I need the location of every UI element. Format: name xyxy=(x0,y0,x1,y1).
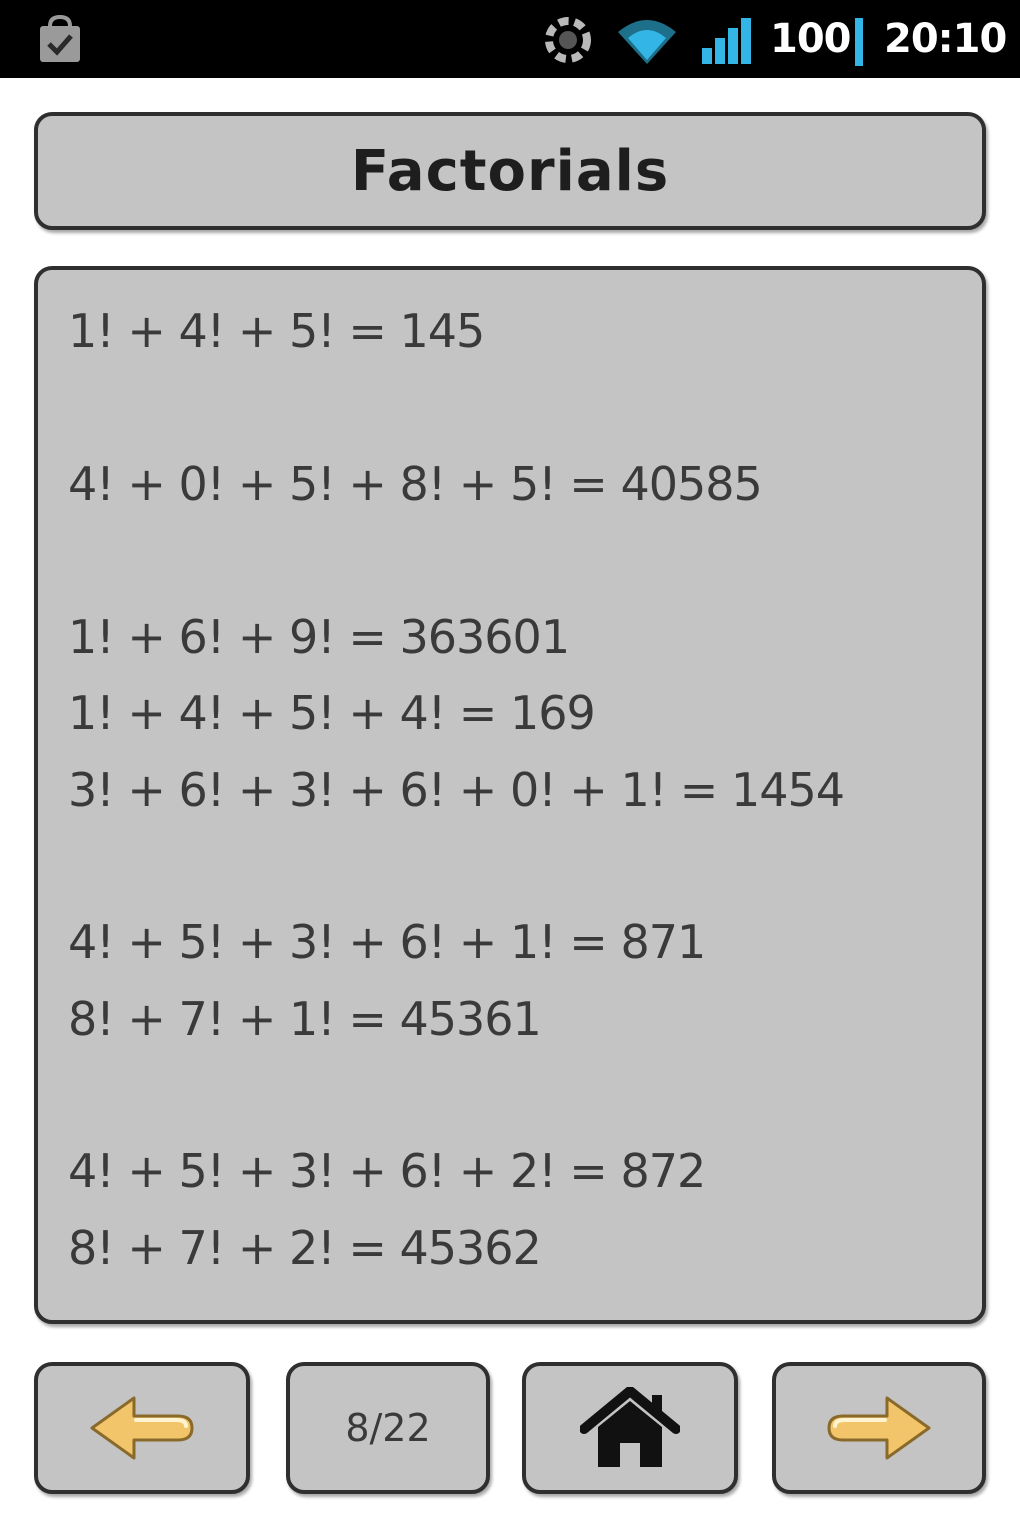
equation-line: 1! + 4! + 5! = 145 xyxy=(68,304,485,358)
page-title: Factorials xyxy=(350,138,670,204)
wifi-icon xyxy=(618,20,676,64)
equation-line: 4! + 5! + 3! + 6! + 2! = 872 xyxy=(68,1144,706,1198)
clock: 20:10 xyxy=(884,16,1007,62)
equation-line: 4! + 0! + 5! + 8! + 5! = 40585 xyxy=(68,457,763,511)
equation-line: 3! + 6! + 3! + 6! + 0! + 1! = 1454 xyxy=(68,763,845,817)
page-indicator-button[interactable]: 8/22 xyxy=(286,1362,490,1494)
previous-button[interactable] xyxy=(34,1362,250,1494)
home-icon xyxy=(580,1387,680,1467)
title-panel: Factorials xyxy=(34,112,986,230)
arrow-left-icon xyxy=(90,1396,194,1460)
equation-line: 8! + 7! + 1! = 45361 xyxy=(68,992,542,1046)
shopping-bag-check-icon xyxy=(40,14,80,62)
next-button[interactable] xyxy=(772,1362,986,1494)
content-panel: 1! + 4! + 5! = 145 4! + 0! + 5! + 8! + 5… xyxy=(34,266,986,1324)
sync-icon xyxy=(545,17,591,63)
equation-line: 1! + 6! + 9! = 363601 xyxy=(68,610,570,664)
equation-line: 4! + 5! + 3! + 6! + 1! = 871 xyxy=(68,915,706,969)
equation-line: 8! + 7! + 2! = 45362 xyxy=(68,1221,542,1275)
equation-line: 1! + 4! + 5! + 4! = 169 xyxy=(68,686,596,740)
battery-level: 100 xyxy=(770,16,851,62)
page-indicator: 8/22 xyxy=(345,1406,431,1450)
battery-icon xyxy=(855,18,863,66)
status-bar: 100 20:10 xyxy=(0,0,1020,78)
signal-icon xyxy=(702,18,751,64)
arrow-right-icon xyxy=(827,1396,931,1460)
home-button[interactable] xyxy=(522,1362,738,1494)
